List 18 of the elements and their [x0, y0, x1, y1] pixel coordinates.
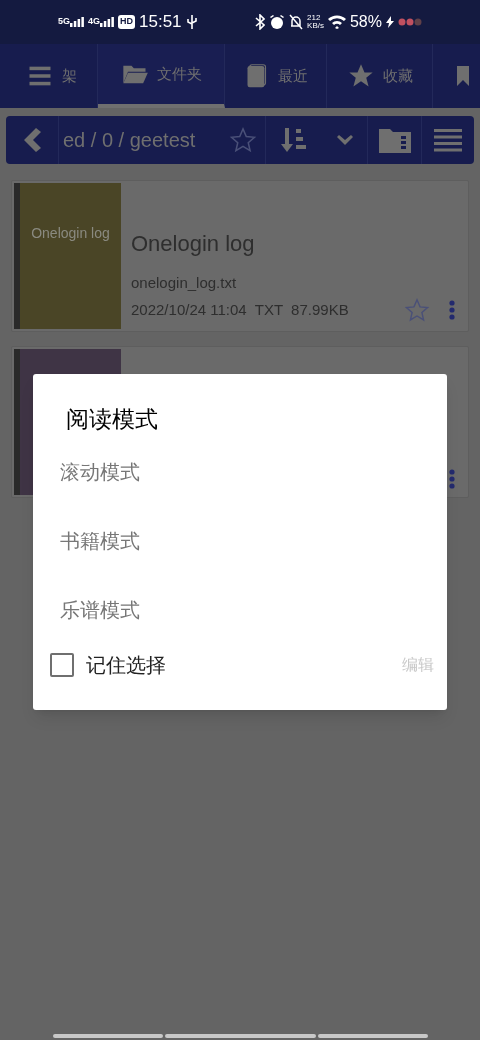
network-label: 5G [58, 15, 70, 29]
mode-option[interactable]: 滚动模式 [60, 456, 420, 526]
file-card[interactable]: Onelogin log Onelogin log onelogin_log.txt 2022/10/24 11:04 TXT 87.99KB [11, 180, 469, 332]
speed-unit: KB/s [307, 22, 324, 30]
file-title: Onelogin log [131, 230, 256, 258]
clock: 15:51 [139, 11, 182, 34]
speed-value: 212 [307, 14, 322, 22]
remember-label: 记住选择 [86, 652, 166, 678]
file-meta: 2022/10/24 11:04 TXT 87.99KB [131, 299, 350, 320]
dialog-title: 阅读模式 [65, 405, 159, 434]
folder-path: ed / 0 / geetest [63, 128, 197, 153]
hd-badge: HD [118, 15, 136, 29]
cover-title: Onelogin log [31, 224, 110, 243]
tab[interactable]: 文件夹 [98, 44, 225, 108]
network-label: 4G [88, 15, 101, 29]
file-name: onelogin_log.txt [131, 273, 238, 293]
mode-option[interactable]: 书籍模式 [60, 525, 420, 595]
battery-level: 58% [349, 12, 382, 32]
